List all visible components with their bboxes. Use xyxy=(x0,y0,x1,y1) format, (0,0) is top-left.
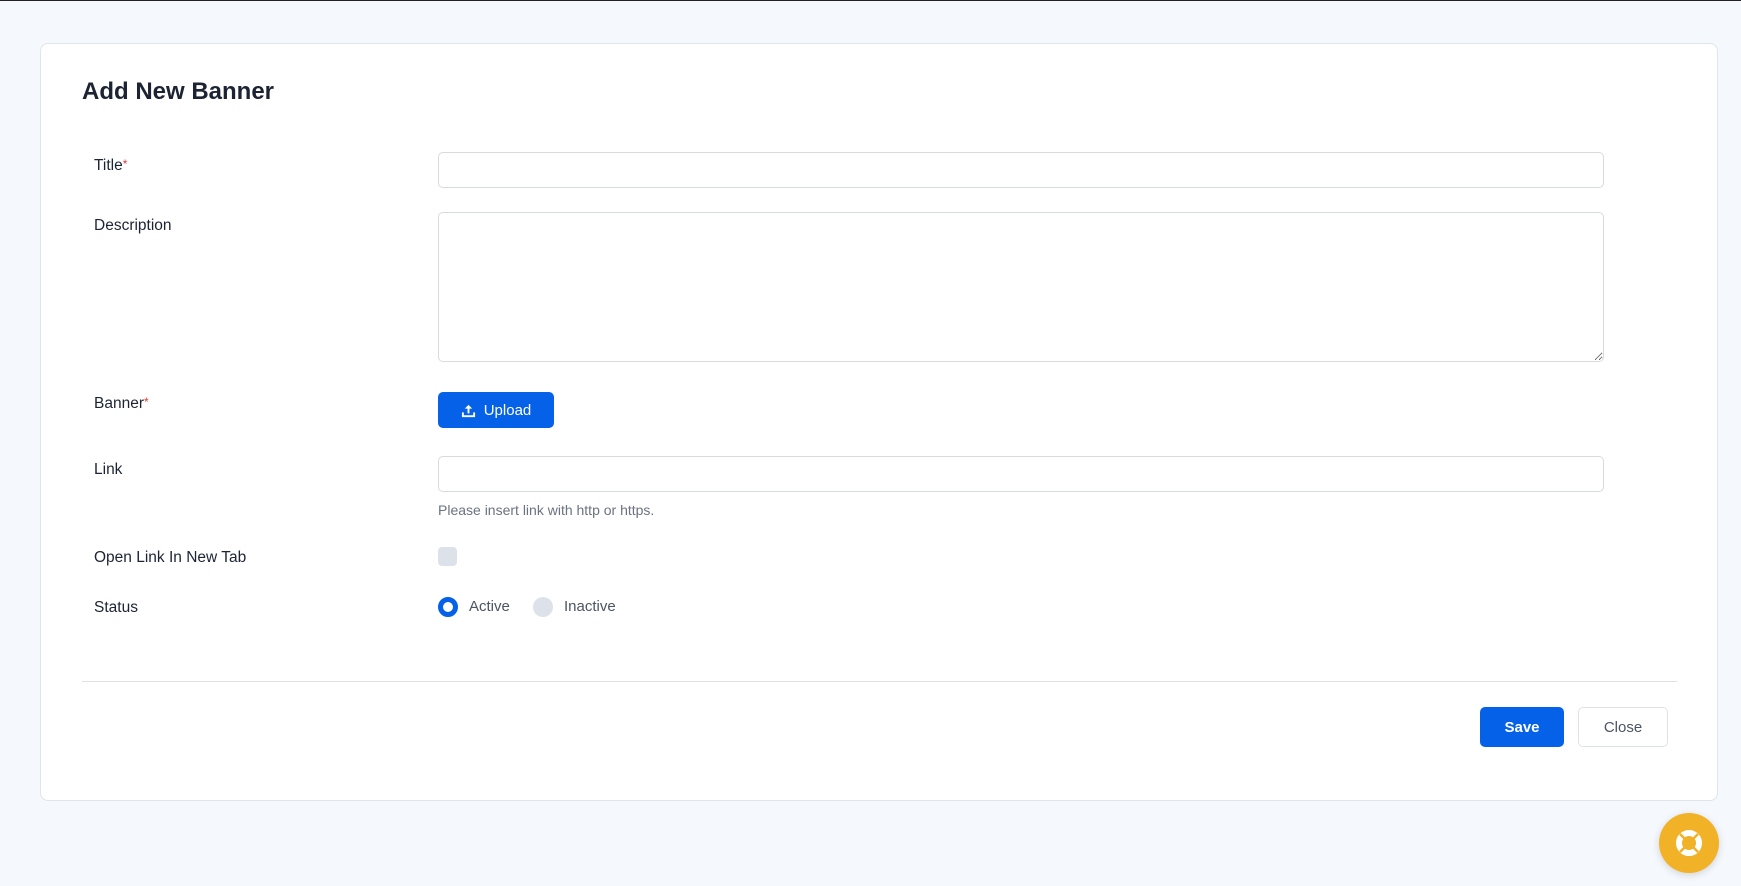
banner-label: Banner* xyxy=(94,395,149,413)
page-title: Add New Banner xyxy=(82,78,275,105)
status-label: Status xyxy=(94,599,138,616)
close-button[interactable]: Close xyxy=(1578,707,1668,747)
status-inactive-label: Inactive xyxy=(564,598,616,615)
lifebuoy-icon xyxy=(1676,830,1702,856)
open-new-tab-label: Open Link In New Tab xyxy=(94,549,247,566)
upload-icon xyxy=(461,404,475,417)
description-label: Description xyxy=(94,217,172,234)
title-input[interactable] xyxy=(438,152,1604,188)
status-active-label: Active xyxy=(469,598,510,615)
add-banner-card: Add New Banner Title* Description Banner… xyxy=(40,43,1718,801)
link-label: Link xyxy=(94,461,123,478)
title-label-text: Title xyxy=(94,157,123,174)
status-inactive-radio[interactable] xyxy=(533,597,553,617)
open-new-tab-checkbox[interactable] xyxy=(438,547,457,566)
upload-label: Upload xyxy=(483,401,532,419)
link-help-text: Please insert link with http or https. xyxy=(438,502,655,518)
description-textarea[interactable] xyxy=(438,212,1604,362)
save-button[interactable]: Save xyxy=(1480,707,1564,747)
divider xyxy=(82,681,1677,682)
banner-label-text: Banner xyxy=(94,395,144,412)
required-mark: * xyxy=(122,157,128,171)
status-active-radio[interactable] xyxy=(438,597,458,617)
upload-button[interactable]: Upload xyxy=(438,392,554,428)
title-label: Title* xyxy=(94,157,127,175)
help-button[interactable] xyxy=(1659,813,1719,873)
link-input[interactable] xyxy=(438,456,1604,492)
required-mark: * xyxy=(143,395,149,409)
